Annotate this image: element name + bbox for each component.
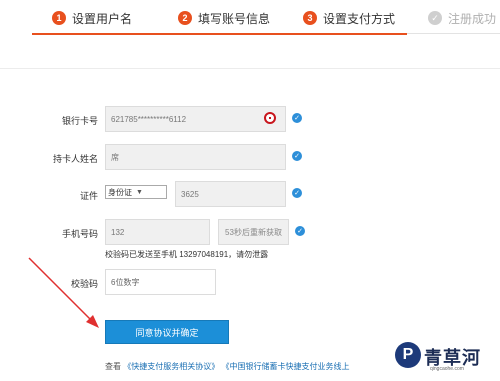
brand-logo-icon: P (395, 342, 421, 368)
site-watermark: P 青草河 qingcaohe.com (390, 338, 500, 381)
brand-url: qingcaohe.com (430, 366, 464, 372)
annotation-arrow (28, 257, 99, 328)
